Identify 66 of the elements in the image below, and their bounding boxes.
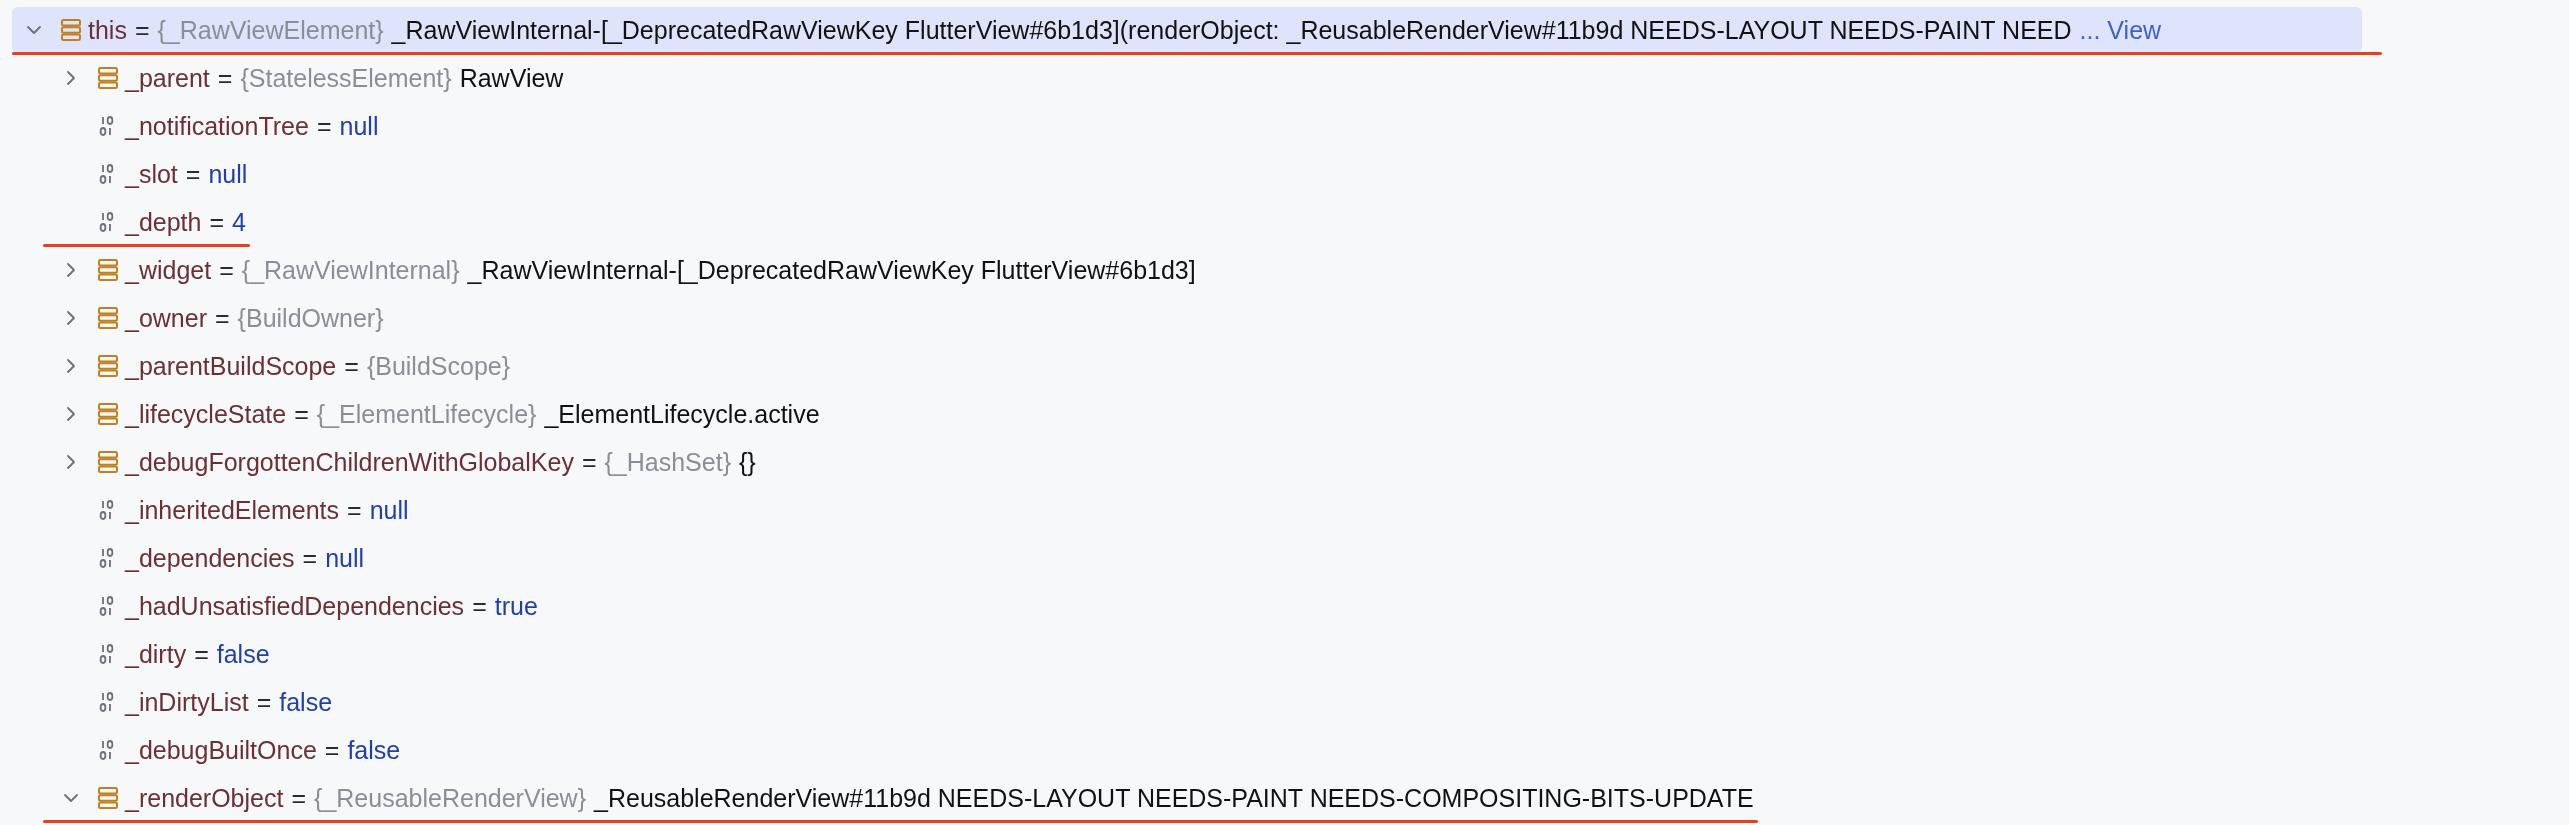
type-label: {_RawViewInternal} bbox=[241, 255, 460, 285]
equals-sign: = bbox=[316, 111, 332, 141]
equals-sign: = bbox=[581, 447, 597, 477]
variable-value: true bbox=[494, 591, 538, 621]
variable-name: _dirty bbox=[125, 639, 187, 669]
type-label: {BuildScope} bbox=[366, 351, 511, 381]
view-link[interactable]: ... View bbox=[2079, 15, 2162, 45]
equals-sign: = bbox=[347, 495, 362, 525]
equals-sign: = bbox=[324, 735, 340, 765]
type-label: {_ElementLifecycle} bbox=[316, 399, 537, 429]
variable-value: null bbox=[325, 543, 365, 573]
variable-name: _hadUnsatisfiedDependencies bbox=[125, 591, 465, 621]
variable-name: _debugBuiltOnce bbox=[125, 735, 317, 765]
variable-name: _parentBuildScope bbox=[125, 351, 337, 381]
variable-value: null bbox=[369, 495, 409, 525]
equals-sign: = bbox=[472, 591, 487, 621]
stack-icon bbox=[97, 402, 119, 426]
stack-icon bbox=[97, 354, 119, 378]
equals-sign: = bbox=[294, 399, 309, 429]
variable-value: null bbox=[339, 111, 379, 141]
variable-value: _RawViewInternal-[_DeprecatedRawViewKey FlutterView#6b1d3] bbox=[467, 255, 1196, 285]
variable-value: RawView bbox=[459, 63, 564, 93]
equals-sign: = bbox=[217, 63, 233, 93]
type-label: {BuildOwner} bbox=[237, 303, 384, 333]
equals-sign: = bbox=[194, 639, 209, 669]
equals-sign: = bbox=[215, 303, 230, 333]
type-label: {_RawViewElement} bbox=[157, 15, 384, 45]
variable-name: this bbox=[88, 15, 127, 45]
variable-name: _depth bbox=[125, 207, 202, 237]
variable-value: 4 bbox=[232, 207, 246, 237]
variable-value: {} bbox=[739, 447, 756, 477]
variable-name: _renderObject bbox=[125, 783, 284, 813]
equals-sign: = bbox=[209, 207, 225, 237]
equals-sign: = bbox=[302, 543, 318, 573]
variable-name: _lifecycleState bbox=[125, 399, 287, 429]
variable-name: _parent bbox=[125, 63, 210, 93]
equals-sign: = bbox=[256, 687, 272, 717]
variable-value: _RawViewInternal-[_DeprecatedRawViewKey FlutterView#6b1d3](renderObject: _ReusableRenderView#11b9d NEEDS-LAYOUT NEEDS-PAINT NEED bbox=[391, 15, 2072, 45]
stack-icon bbox=[60, 18, 82, 42]
variable-name: _dependencies bbox=[125, 543, 295, 573]
variable-name: _owner bbox=[125, 303, 207, 333]
variable-name: _widget bbox=[125, 255, 212, 285]
variable-name: _slot bbox=[125, 159, 178, 189]
type-label: {StatelessElement} bbox=[240, 63, 452, 93]
stack-icon bbox=[97, 258, 119, 282]
variable-value: false bbox=[216, 639, 270, 669]
variable-value: false bbox=[279, 687, 333, 717]
equals-sign: = bbox=[344, 351, 359, 381]
equals-sign: = bbox=[291, 783, 307, 813]
variable-name: _inheritedElements bbox=[125, 495, 339, 525]
stack-icon bbox=[97, 66, 119, 90]
variable-name: _debugForgottenChildrenWithGlobalKey bbox=[125, 447, 574, 477]
stack-icon bbox=[97, 306, 119, 330]
variable-value: _ReusableRenderView#11b9d NEEDS-LAYOUT NEEDS-PAINT NEEDS-COMPOSITING-BITS-UPDATE bbox=[594, 783, 1754, 813]
stack-icon bbox=[97, 786, 119, 810]
equals-sign: = bbox=[219, 255, 234, 285]
type-label: {_ReusableRenderView} bbox=[314, 783, 586, 813]
variable-value: _ElementLifecycle.active bbox=[544, 399, 820, 429]
variable-value: false bbox=[347, 735, 401, 765]
equals-sign: = bbox=[185, 159, 201, 189]
equals-sign: = bbox=[134, 15, 150, 45]
variable-name: _notificationTree bbox=[125, 111, 309, 141]
stack-icon bbox=[97, 450, 119, 474]
variable-value: null bbox=[208, 159, 248, 189]
type-label: {_HashSet} bbox=[604, 447, 731, 477]
variable-name: _inDirtyList bbox=[125, 687, 249, 717]
